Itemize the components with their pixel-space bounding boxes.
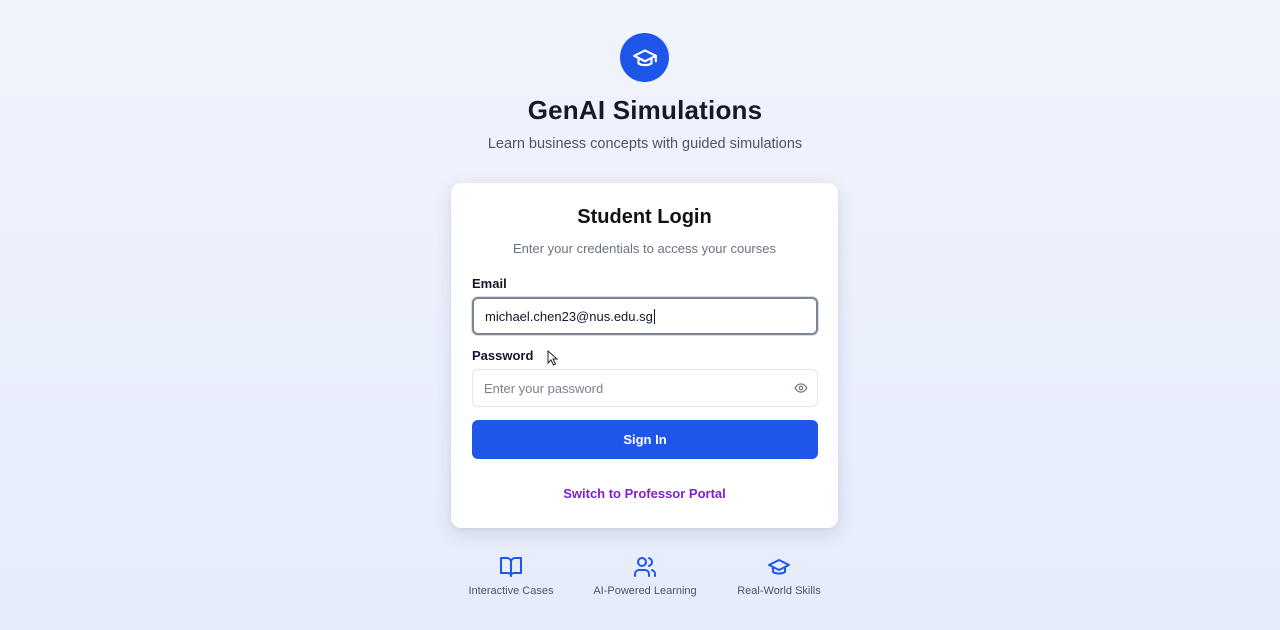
password-placeholder: Enter your password (484, 380, 604, 396)
graduation-cap-icon (632, 48, 657, 66)
email-label: Email (472, 276, 507, 291)
password-label: Password (472, 348, 534, 363)
login-card: Student Login Enter your credentials to … (451, 183, 838, 528)
graduation-cap-icon (768, 559, 790, 575)
mouse-cursor-icon (547, 350, 559, 366)
sign-in-button[interactable]: Sign In (472, 420, 818, 459)
email-value: michael.chen23@nus.edu.sg (485, 308, 653, 324)
text-caret (653, 308, 655, 324)
app-title: GenAI Simulations (527, 95, 763, 125)
feature-label: Interactive Cases (468, 585, 554, 597)
email-field[interactable]: michael.chen23@nus.edu.sg (472, 297, 818, 335)
feature-real-world-skills: Real-World Skills (699, 555, 859, 597)
login-subtitle: Enter your credentials to access your co… (512, 241, 776, 256)
password-field[interactable]: Enter your password (472, 369, 818, 407)
eye-icon[interactable] (794, 381, 808, 395)
logo-badge (620, 33, 669, 82)
feature-label: Real-World Skills (737, 585, 821, 597)
app-subtitle: Learn business concepts with guided simu… (487, 136, 803, 152)
users-icon (634, 557, 656, 577)
switch-to-professor-link[interactable]: Switch to Professor Portal (451, 486, 838, 501)
login-title: Student Login (577, 206, 712, 228)
feature-label: AI-Powered Learning (593, 585, 697, 597)
book-open-icon (500, 557, 522, 577)
